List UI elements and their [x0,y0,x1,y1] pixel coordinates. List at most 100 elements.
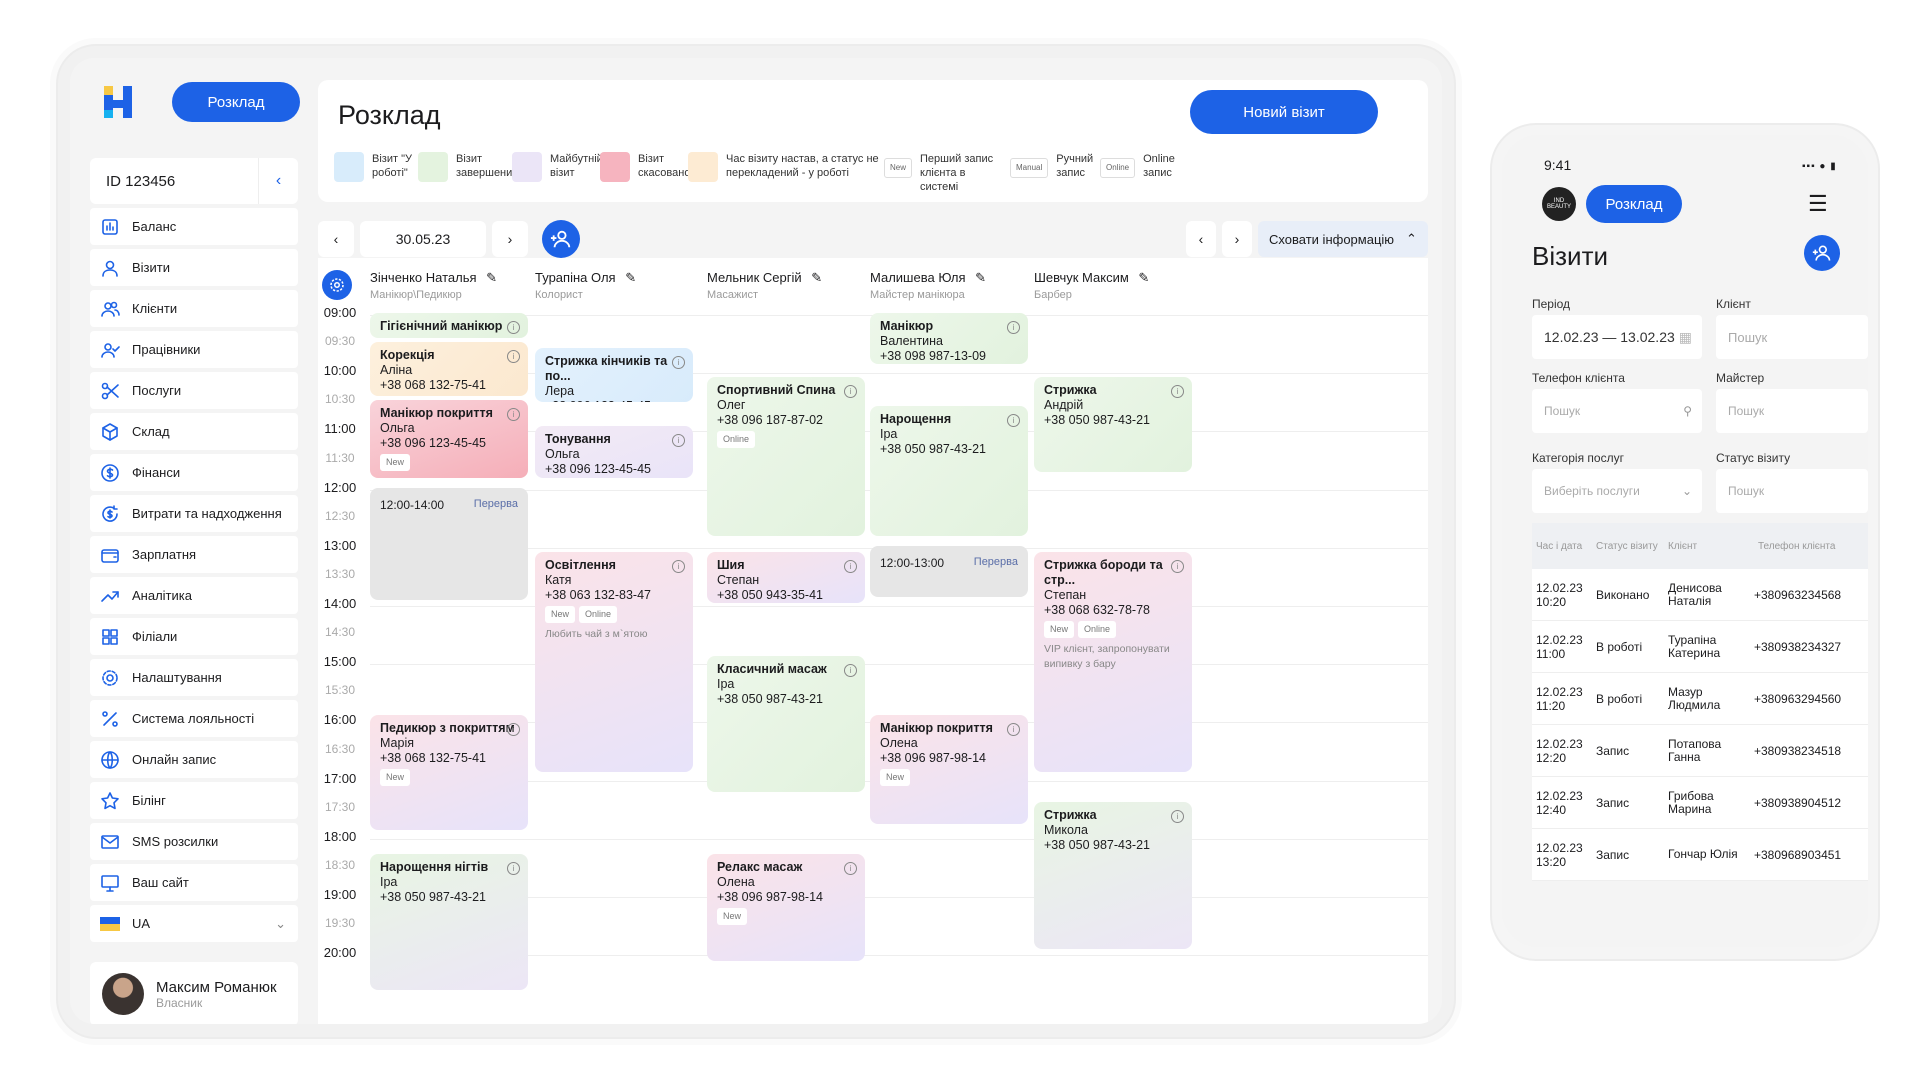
sidebar-item-16[interactable]: SMS розсилки [90,823,298,860]
row-status: Запис [1596,795,1630,810]
sidebar-item-6[interactable]: Склад [90,413,298,450]
info-icon[interactable]: i [507,321,520,334]
edit-icon[interactable]: ✎ [1138,270,1149,285]
schedule-button[interactable]: Розклад [172,82,300,122]
category-select[interactable]: Виберіть послуги ⌄ [1532,469,1702,513]
edit-icon[interactable]: ✎ [625,270,636,285]
sidebar-item-1[interactable]: Баланс [90,208,298,245]
table-row[interactable]: 12.02.23 12:40 Запис Грибова Марина +3809389… [1532,777,1868,829]
schedule-button[interactable]: Розклад [1586,185,1682,223]
brand-logo[interactable]: IND BEAUTY [1542,187,1576,221]
info-icon[interactable]: i [507,408,520,422]
sidebar-item-12[interactable]: Налаштування [90,659,298,696]
new-visit-button[interactable]: Новий візит [1190,90,1378,134]
sidebar-item-7[interactable]: Фінанси [90,454,298,491]
staff-column-header[interactable]: Мельник Сергій ✎ Масажист [707,270,822,301]
appointment-card[interactable]: Спортивний Спина i Олег +38 096 187-87-02 On… [707,377,865,536]
menu-icon[interactable]: ☰ [1808,191,1828,217]
appointment-card[interactable]: Шия i Степан +38 050 943-35-41 [707,551,865,603]
info-icon[interactable]: i [844,664,857,678]
sidebar-item-11[interactable]: Філіали [90,618,298,655]
table-row[interactable]: 12.02.23 12:20 Запис Потапова Ганна +3809382… [1532,725,1868,777]
status-search-input[interactable]: Пошук [1716,469,1868,513]
info-icon[interactable]: i [1007,414,1020,428]
info-icon[interactable]: i [507,862,520,876]
period-field[interactable]: 12.02.23 — 13.02.23 ▦ [1532,315,1702,359]
staff-column-header[interactable]: Зінченко Наталья ✎ Манікюр\Педикюр [370,270,497,301]
info-icon[interactable]: i [1007,722,1020,736]
sidebar-item-3[interactable]: Клієнти [90,290,298,327]
app-logo[interactable] [98,82,138,122]
table-row[interactable]: 12.02.23 11:00 В роботі Турапіна Катерина +3… [1532,621,1868,673]
info-icon[interactable]: i [1171,385,1184,399]
sidebar-item-17[interactable]: Ваш сайт [90,864,298,901]
staff-column-header[interactable]: Малишева Юля ✎ Майстер манікюра [870,270,986,301]
appointment-card[interactable]: Стрижка i Микола +38 050 987-43-21 [1034,801,1192,950]
date-picker[interactable]: 30.05.23 [360,221,486,257]
table-row[interactable]: 12.02.23 13:20 Запис Гончар Юлія +3809689034… [1532,829,1868,881]
appointment-card[interactable]: Нарощення i Іра +38 050 987-43-21 [870,406,1028,536]
info-icon[interactable]: i [844,385,857,399]
info-icon[interactable]: i [672,434,685,448]
info-icon[interactable]: i [844,862,857,876]
info-icon[interactable]: i [1007,321,1020,334]
row-time: 11:20 [1536,698,1566,713]
appointment-card[interactable]: Освітлення i Катя +38 063 132-83-47 New Onlin… [535,551,693,772]
prev-columns-button[interactable]: ‹ [1186,221,1216,257]
appointment-card[interactable]: Гігієнічний манікюр i [370,313,528,339]
sidebar-item-8[interactable]: Витрати та надходження [90,495,298,532]
language-select[interactable]: UA ⌄ [90,905,298,942]
info-icon[interactable]: i [672,355,685,369]
collapse-sidebar-icon[interactable]: ‹ [258,158,298,204]
next-columns-button[interactable]: › [1222,221,1252,257]
info-icon[interactable]: i [1171,559,1184,573]
info-icon[interactable]: i [507,350,520,364]
sidebar-item-15[interactable]: Білінг [90,782,298,819]
table-row[interactable]: 12.02.23 11:20 В роботі Мазур Людмила +38096… [1532,673,1868,725]
edit-icon[interactable]: ✎ [975,270,986,285]
info-icon[interactable]: i [844,559,857,573]
appointment-card[interactable]: Манікюр i Валентина +38 098 987-13-09 [870,313,1028,365]
info-icon[interactable]: i [507,722,520,736]
info-icon[interactable]: i [672,559,685,573]
edit-icon[interactable]: ✎ [486,270,497,285]
edit-icon[interactable]: ✎ [811,270,822,285]
staff-name: Шевчук Максим [1034,270,1129,285]
hide-info-button[interactable]: Сховати інформацію ⌃ [1258,221,1428,257]
row-client: Денисова Наталія [1668,580,1722,608]
prev-date-button[interactable]: ‹ [318,221,354,257]
appointment-card[interactable]: Манікюр покриття i Ольга +38 096 123-45-45 N… [370,400,528,478]
phone-search-input[interactable]: Пошук ⚲ [1532,389,1702,433]
break-block[interactable]: 12:00-13:00 Перерва [870,545,1028,598]
appointment-card[interactable]: Тонування i Ольга +38 096 123-45-45 [535,426,693,478]
break-block[interactable]: 12:00-14:00 Перерва [370,487,528,600]
sidebar-item-13[interactable]: Система лояльності [90,700,298,737]
appointment-card[interactable]: Стрижка бороди та стр... i Степан +38 068 6… [1034,551,1192,772]
appointment-card[interactable]: Педикюр з покриттям i Марія +38 068 132-75-… [370,714,528,830]
staff-column-header[interactable]: Шевчук Максим ✎ Барбер [1034,270,1149,301]
sidebar-item-9[interactable]: Зарплатня [90,536,298,573]
calendar-settings-button[interactable] [322,270,352,300]
appointment-card[interactable]: Манікюр покриття i Олена +38 096 987-98-14 N… [870,714,1028,825]
appointment-card[interactable]: Стрижка i Андрій +38 050 987-43-21 [1034,377,1192,472]
sidebar-item-label: Баланс [132,219,177,234]
table-row[interactable]: 12.02.23 10:20 Виконано Денисова Наталія +38… [1532,569,1868,621]
add-client-button[interactable] [1804,235,1840,271]
add-client-button[interactable] [542,220,580,258]
user-profile[interactable]: Максим Романюк Власник [90,962,298,1024]
client-search-input[interactable]: Пошук [1716,315,1868,359]
appointment-card[interactable]: Релакс масаж i Олена +38 096 987-98-14 New [707,854,865,961]
info-icon[interactable]: i [1171,809,1184,823]
sidebar-item-5[interactable]: Послуги [90,372,298,409]
appointment-card[interactable]: Корекція i Аліна +38 068 132-75-41 [370,342,528,397]
staff-column-header[interactable]: Турапіна Оля ✎ Колорист [535,270,636,301]
sidebar-item-4[interactable]: Працівники [90,331,298,368]
appointment-card[interactable]: Нарощення нігтів i Іра +38 050 987-43-21 [370,854,528,990]
sidebar-item-14[interactable]: Онлайн запис [90,741,298,778]
appointment-card[interactable]: Класичний масаж i Іра +38 050 987-43-21 [707,656,865,793]
sidebar-item-10[interactable]: Аналітика [90,577,298,614]
next-date-button[interactable]: › [492,221,528,257]
appointment-card[interactable]: Стрижка кінчиків та по... i Лера+38 096 12… [535,347,693,403]
sidebar-item-2[interactable]: Візити [90,249,298,286]
master-search-input[interactable]: Пошук [1716,389,1868,433]
